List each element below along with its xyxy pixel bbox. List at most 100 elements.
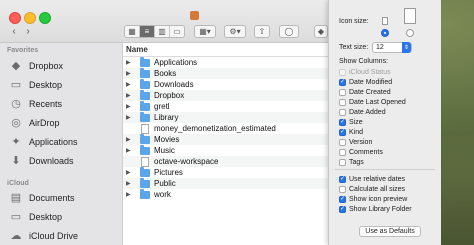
checkbox[interactable]: ✓ [339, 78, 346, 86]
checkbox[interactable] [339, 185, 346, 193]
chevron-updown-icon: ⇕ [402, 42, 411, 53]
folder-icon [140, 166, 150, 177]
action-button[interactable]: ⚙▾ [224, 25, 246, 38]
share-button[interactable]: ⇧ [254, 25, 270, 38]
desktop-icon: ▭ [10, 211, 22, 223]
column-option[interactable]: ✓ Kind [339, 127, 363, 137]
disclosure-triangle-icon[interactable]: ▶ [126, 70, 134, 77]
back-button[interactable]: ‹ [8, 27, 20, 38]
icon-view-icon[interactable]: ▦ [125, 26, 140, 37]
home-folder-icon [190, 10, 199, 20]
forward-button[interactable]: › [22, 27, 34, 38]
icon-size-label: Icon size: [339, 18, 369, 25]
checkbox[interactable]: ✓ [339, 118, 346, 126]
sidebar-item-downloads[interactable]: ⬇ Downloads [10, 153, 73, 169]
sidebar-item-icloud-desktop[interactable]: ▭ Desktop [10, 209, 62, 225]
checkbox[interactable] [339, 138, 346, 146]
sidebar-header-icloud: iCloud [7, 180, 29, 187]
file-name: Books [154, 69, 177, 78]
column-option[interactable]: ✓ Date Modified [339, 77, 392, 87]
column-option[interactable]: Tags [339, 157, 364, 167]
folder-icon [140, 56, 150, 67]
dropbox-toolbar-button[interactable]: ◆ [314, 25, 328, 38]
view-option[interactable]: ✓ Use relative dates [339, 174, 405, 184]
applications-icon: ✦ [11, 136, 21, 148]
column-option-label: Date Added [349, 108, 386, 116]
column-option-label: Tags [349, 158, 364, 166]
gear-icon: ⚙▾ [229, 27, 241, 36]
checkbox[interactable] [339, 98, 346, 106]
disclosure-triangle-icon[interactable]: ▶ [126, 191, 134, 198]
view-options-panel: Icon size: Text size: 12 ⇕ Show Columns:… [328, 0, 441, 245]
column-option[interactable]: Date Created [339, 87, 391, 97]
close-button[interactable] [9, 12, 21, 24]
column-option[interactable]: Date Added [339, 107, 386, 117]
sidebar-item-desktop[interactable]: ▭ Desktop [10, 77, 62, 93]
disclosure-triangle-icon[interactable]: ▶ [126, 92, 134, 99]
disclosure-triangle-icon[interactable]: ▶ [126, 103, 134, 110]
large-icon-preview-icon [404, 8, 416, 24]
view-option[interactable]: ✓ Show Library Folder [339, 204, 412, 214]
use-as-defaults-button[interactable]: Use as Defaults [359, 226, 421, 237]
tags-button[interactable]: ◯ [279, 25, 299, 38]
sidebar-item-recents[interactable]: ◷ Recents [10, 96, 62, 112]
view-option[interactable]: ✓ Show icon preview [339, 194, 407, 204]
dropbox-icon: ◆ [317, 27, 325, 36]
view-option-label: Use relative dates [349, 175, 406, 183]
disclosure-triangle-icon[interactable]: ▶ [126, 59, 134, 66]
folder-icon [140, 111, 150, 122]
disclosure-triangle-icon[interactable]: ▶ [126, 169, 134, 176]
column-option[interactable]: Comments [339, 147, 383, 157]
text-size-select[interactable]: 12 ⇕ [372, 42, 412, 53]
checkbox [339, 68, 346, 76]
airdrop-icon: ◎ [11, 117, 21, 129]
gallery-view-icon[interactable]: ▭ [170, 26, 184, 37]
checkbox[interactable]: ✓ [339, 175, 346, 183]
column-option[interactable]: ✓ Size [339, 117, 363, 127]
icon-size-small-radio[interactable] [381, 29, 389, 37]
icon-size-large-radio[interactable] [406, 29, 414, 37]
column-option[interactable]: Date Last Opened [339, 97, 406, 107]
file-name: gretl [154, 102, 170, 111]
folder-icon [140, 188, 150, 199]
file-name: money_demonetization_estimated [154, 124, 276, 133]
disclosure-triangle-icon[interactable]: ▶ [126, 180, 134, 187]
checkbox[interactable] [339, 108, 346, 116]
disclosure-triangle-icon[interactable]: ▶ [126, 136, 134, 143]
sidebar-item-icloud-drive[interactable]: ☁ iCloud Drive [10, 228, 79, 244]
disclosure-triangle-icon[interactable]: ▶ [126, 147, 134, 154]
show-columns-label: Show Columns: [339, 58, 389, 65]
disclosure-triangle-icon[interactable]: ▶ [126, 114, 134, 121]
column-option[interactable]: Version [339, 137, 372, 147]
checkbox[interactable]: ✓ [339, 205, 346, 213]
group-by-button[interactable]: ▦▾ [194, 25, 216, 38]
view-option[interactable]: Calculate all sizes [339, 184, 405, 194]
document-icon [141, 156, 149, 167]
sidebar-item-applications[interactable]: ✦ Applications [10, 134, 77, 150]
file-name: Public [154, 179, 176, 188]
list-view-icon[interactable]: ≡ [140, 26, 155, 37]
view-mode-control[interactable]: ▦ ≡ ▥ ▭ [124, 25, 185, 38]
checkbox[interactable] [339, 88, 346, 96]
cloud-icon: ☁ [10, 230, 22, 242]
column-option-label: Size [349, 118, 363, 126]
folder-icon [140, 78, 150, 89]
sidebar-item-documents[interactable]: ▤ Documents [10, 190, 75, 206]
downloads-icon: ⬇ [11, 155, 21, 167]
checkbox[interactable]: ✓ [339, 128, 346, 136]
minimize-button[interactable] [24, 12, 36, 24]
grid-icon: ▦▾ [199, 27, 211, 36]
sidebar-item-dropbox[interactable]: ◆ Dropbox [10, 58, 63, 74]
column-view-icon[interactable]: ▥ [155, 26, 170, 37]
file-name: Dropbox [154, 91, 185, 100]
zoom-button[interactable] [39, 12, 51, 24]
disclosure-triangle-icon[interactable]: ▶ [126, 81, 134, 88]
checkbox[interactable] [339, 158, 346, 166]
view-option-label: Calculate all sizes [349, 185, 406, 193]
checkbox[interactable] [339, 148, 346, 156]
sidebar-item-airdrop[interactable]: ◎ AirDrop [10, 115, 59, 131]
checkbox[interactable]: ✓ [339, 195, 346, 203]
desktop-icon: ▭ [10, 79, 22, 91]
folder-icon [140, 67, 150, 78]
file-name: Downloads [154, 80, 194, 89]
